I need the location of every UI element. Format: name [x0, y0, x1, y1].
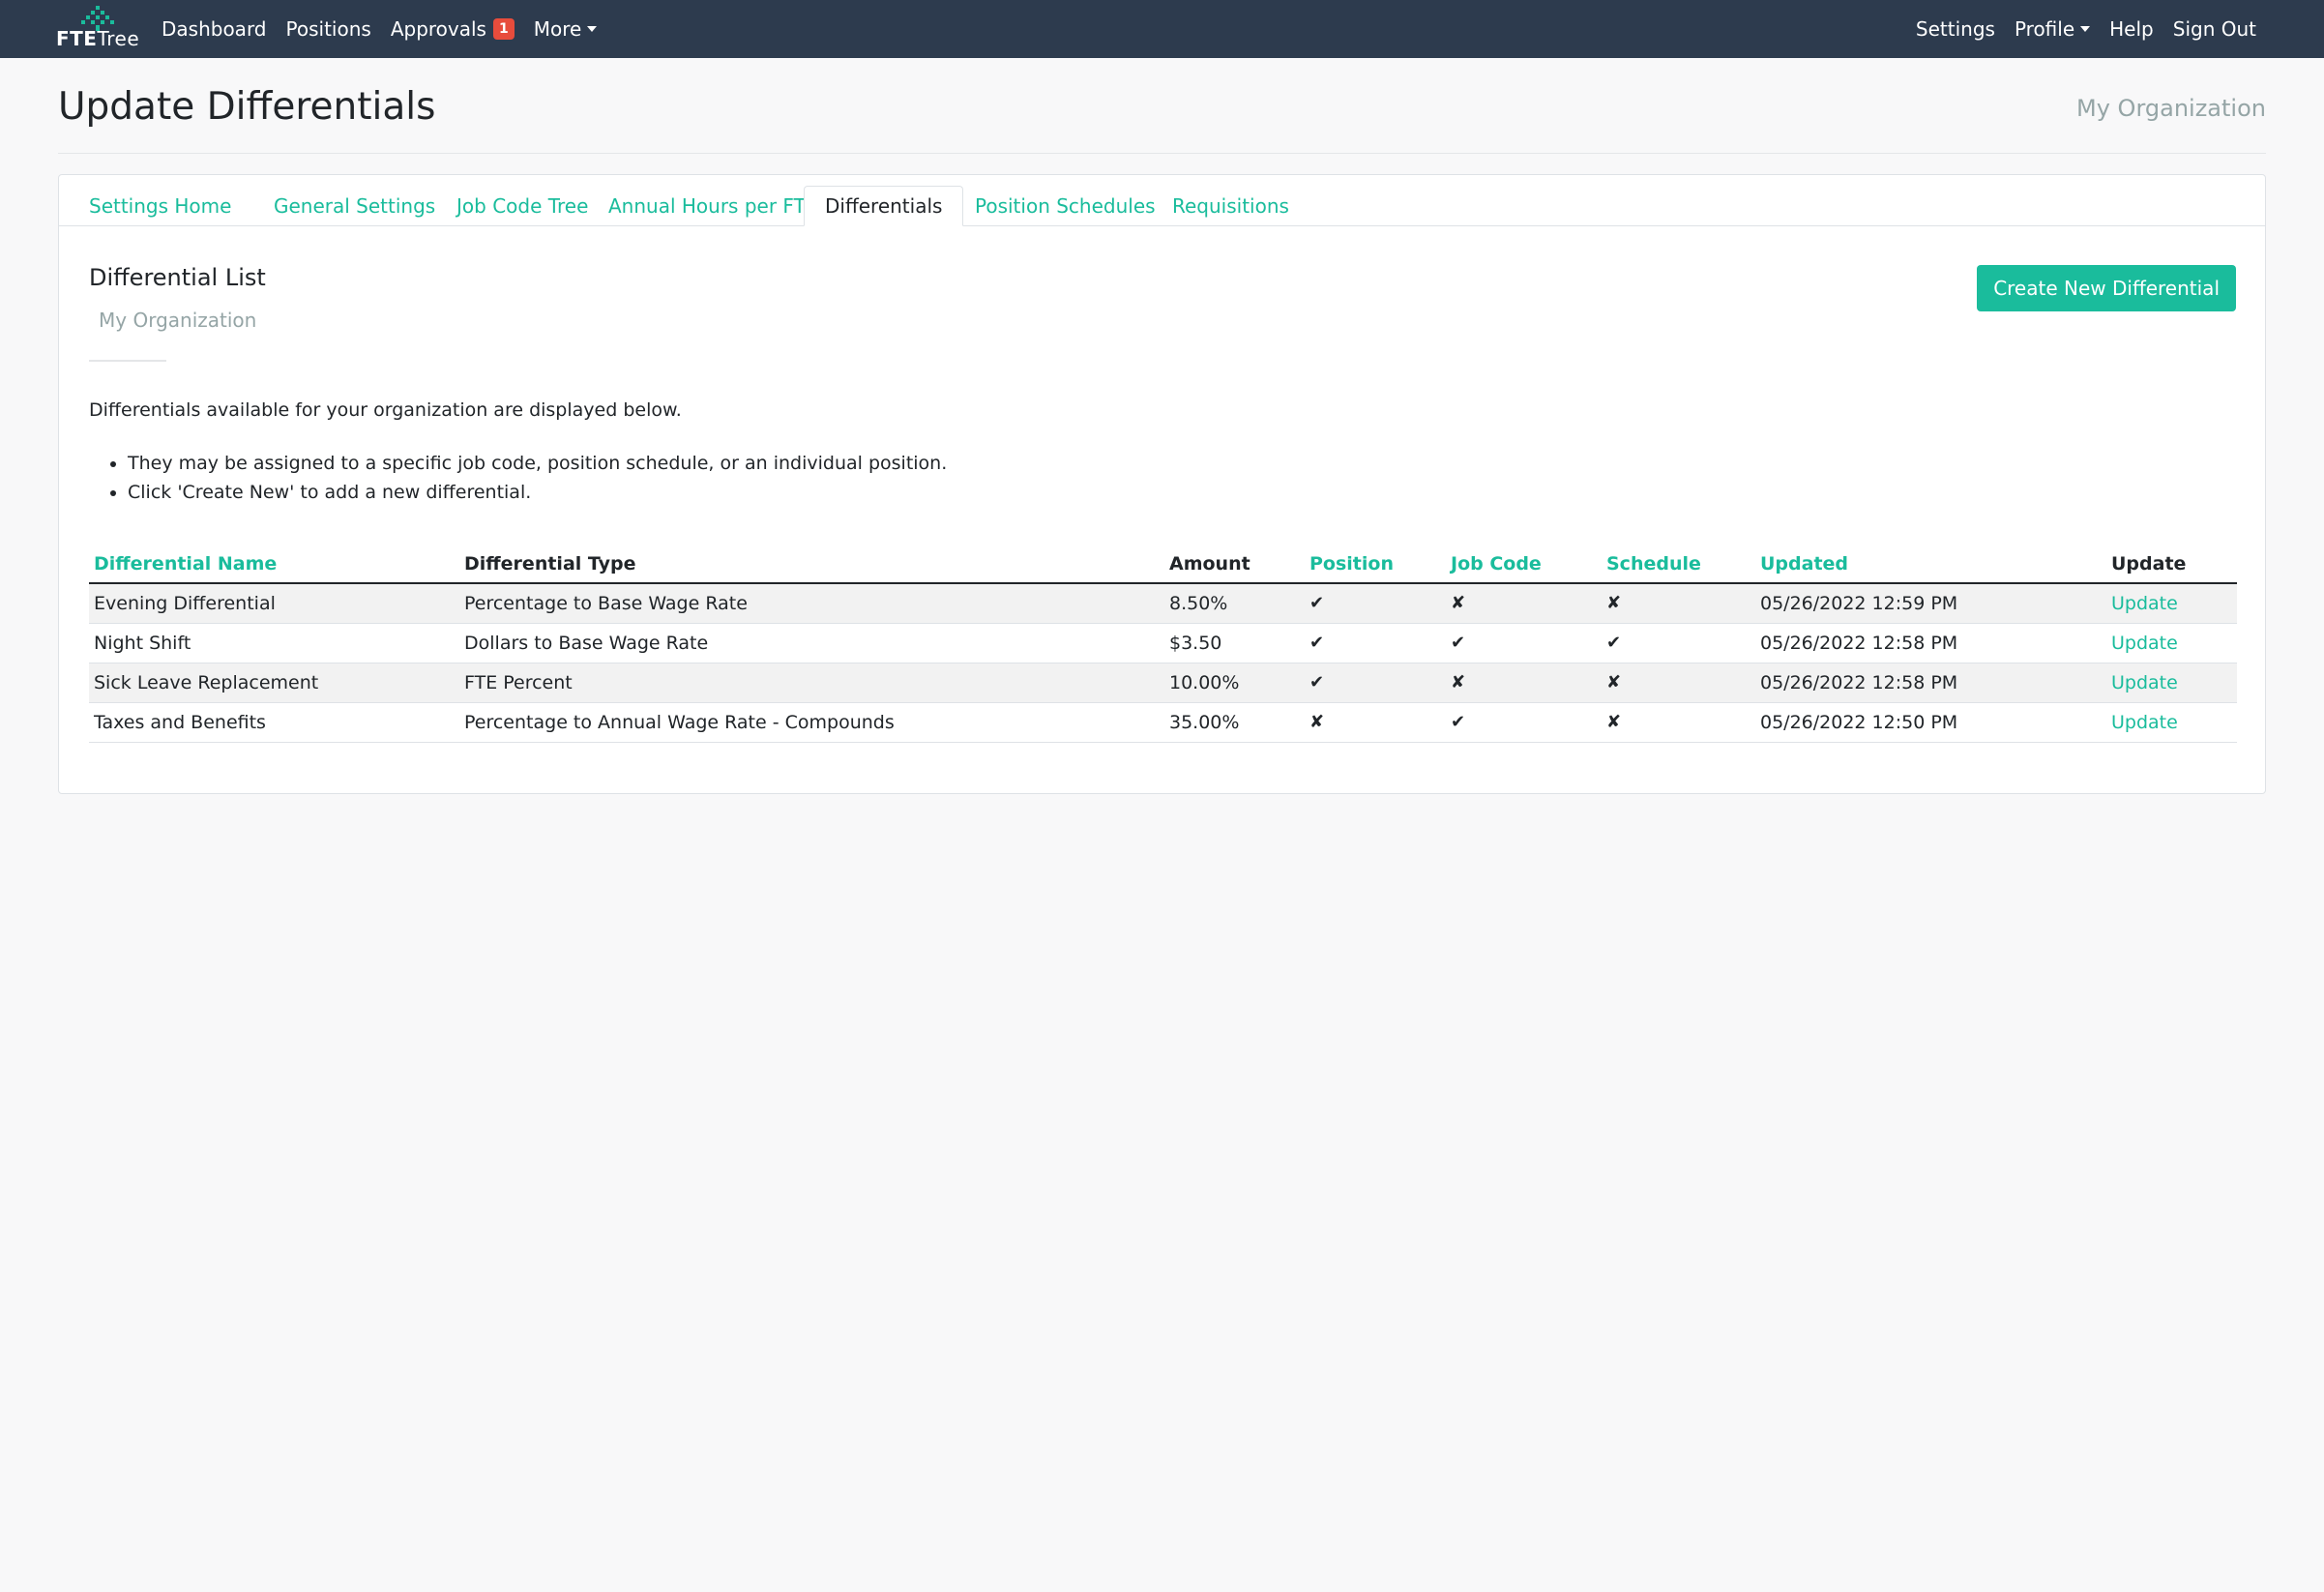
- cell-name: Sick Leave Replacement: [89, 663, 459, 703]
- section-subtitle: My Organization: [99, 309, 257, 332]
- cell-updated: 05/26/2022 12:59 PM: [1755, 583, 2106, 624]
- cell-schedule-flag: ✔: [1602, 623, 1755, 663]
- update-link[interactable]: Update: [2111, 712, 2178, 733]
- differentials-table: Differential Name Differential Type Amou…: [89, 545, 2237, 743]
- cell-schedule-flag: ✘: [1602, 702, 1755, 743]
- intro-text: Differentials available for your organiz…: [89, 399, 682, 421]
- cell-updated: 05/26/2022 12:50 PM: [1755, 702, 2106, 743]
- settings-tabs: Settings Home General Settings Job Code …: [59, 2, 2265, 226]
- cell-updated: 05/26/2022 12:58 PM: [1755, 663, 2106, 703]
- cell-position-flag: ✘: [1305, 702, 1446, 743]
- table-row: Taxes and Benefits Percentage to Annual …: [89, 702, 2237, 743]
- column-header-differential-type: Differential Type: [459, 545, 1164, 584]
- tab-position-schedules[interactable]: Position Schedules: [955, 186, 1176, 226]
- table-row: Evening Differential Percentage to Base …: [89, 583, 2237, 624]
- tab-differentials[interactable]: Differentials: [804, 186, 964, 226]
- cell-amount: 8.50%: [1164, 583, 1305, 624]
- info-list: They may be assigned to a specific job c…: [128, 449, 947, 507]
- cell-type: FTE Percent: [459, 663, 1164, 703]
- cell-updated: 05/26/2022 12:58 PM: [1755, 623, 2106, 663]
- cell-type: Dollars to Base Wage Rate: [459, 623, 1164, 663]
- column-header-update: Update: [2106, 545, 2237, 584]
- cell-name: Night Shift: [89, 623, 459, 663]
- update-link[interactable]: Update: [2111, 633, 2178, 654]
- tab-job-code-tree[interactable]: Job Code Tree: [436, 186, 608, 226]
- tab-general-settings[interactable]: General Settings: [253, 186, 456, 226]
- info-list-item: Click 'Create New' to add a new differen…: [128, 478, 947, 507]
- column-header-amount: Amount: [1164, 545, 1305, 584]
- cell-name: Taxes and Benefits: [89, 702, 459, 743]
- cell-update: Update: [2106, 623, 2237, 663]
- cell-job-code-flag: ✘: [1446, 583, 1602, 624]
- cell-job-code-flag: ✔: [1446, 623, 1602, 663]
- settings-card: Settings Home General Settings Job Code …: [58, 174, 2266, 794]
- column-header-schedule[interactable]: Schedule: [1602, 545, 1755, 584]
- cell-position-flag: ✔: [1305, 583, 1446, 624]
- tab-settings-home[interactable]: Settings Home: [69, 186, 251, 226]
- cell-position-flag: ✔: [1305, 623, 1446, 663]
- cell-amount: 10.00%: [1164, 663, 1305, 703]
- column-header-job-code[interactable]: Job Code: [1446, 545, 1602, 584]
- column-header-position[interactable]: Position: [1305, 545, 1446, 584]
- cell-job-code-flag: ✔: [1446, 702, 1602, 743]
- table-header-row: Differential Name Differential Type Amou…: [89, 545, 2237, 584]
- cell-name: Evening Differential: [89, 583, 459, 624]
- cell-type: Percentage to Base Wage Rate: [459, 583, 1164, 624]
- section-title: Differential List: [89, 264, 266, 291]
- cell-update: Update: [2106, 583, 2237, 624]
- column-header-differential-name[interactable]: Differential Name: [89, 545, 459, 584]
- update-link[interactable]: Update: [2111, 672, 2178, 693]
- tab-annual-hours-per-fte[interactable]: Annual Hours per FTE: [588, 186, 838, 226]
- update-link[interactable]: Update: [2111, 593, 2178, 614]
- section-divider: [89, 360, 166, 362]
- cell-schedule-flag: ✘: [1602, 583, 1755, 624]
- cell-job-code-flag: ✘: [1446, 663, 1602, 703]
- table-row: Sick Leave Replacement FTE Percent 10.00…: [89, 663, 2237, 703]
- cell-type: Percentage to Annual Wage Rate - Compoun…: [459, 702, 1164, 743]
- cell-amount: $3.50: [1164, 623, 1305, 663]
- info-list-item: They may be assigned to a specific job c…: [128, 449, 947, 478]
- cell-position-flag: ✔: [1305, 663, 1446, 703]
- cell-update: Update: [2106, 663, 2237, 703]
- table-row: Night Shift Dollars to Base Wage Rate $3…: [89, 623, 2237, 663]
- create-new-differential-button[interactable]: Create New Differential: [1977, 265, 2236, 311]
- tab-requisitions[interactable]: Requisitions: [1152, 186, 1309, 226]
- cell-amount: 35.00%: [1164, 702, 1305, 743]
- cell-schedule-flag: ✘: [1602, 663, 1755, 703]
- cell-update: Update: [2106, 702, 2237, 743]
- column-header-updated[interactable]: Updated: [1755, 545, 2106, 584]
